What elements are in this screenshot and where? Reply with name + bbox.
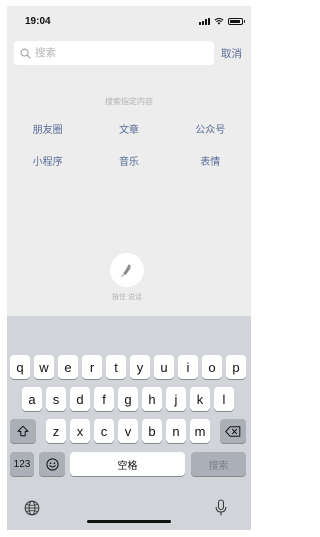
- key-d[interactable]: d: [70, 387, 90, 411]
- key-a[interactable]: a: [22, 387, 42, 411]
- home-indicator: [87, 520, 171, 523]
- search-icon: [20, 48, 31, 59]
- key-l[interactable]: l: [214, 387, 234, 411]
- category-moments[interactable]: 朋友圈: [7, 124, 88, 156]
- category-row: 朋友圈 文章 公众号: [7, 124, 251, 156]
- voice-input-button[interactable]: [110, 253, 144, 287]
- microphone-icon: [215, 499, 227, 516]
- key-i[interactable]: i: [178, 355, 198, 379]
- category-row: 小程序 音乐 表情: [7, 156, 251, 188]
- key-m[interactable]: m: [190, 419, 210, 443]
- numbers-key[interactable]: 123: [10, 452, 34, 476]
- key-h[interactable]: h: [142, 387, 162, 411]
- search-hint-title: 搜索指定内容: [105, 97, 153, 106]
- category-music[interactable]: 音乐: [88, 156, 169, 188]
- search-key[interactable]: 搜索: [191, 452, 246, 476]
- key-r[interactable]: r: [82, 355, 102, 379]
- key-t[interactable]: t: [106, 355, 126, 379]
- key-v[interactable]: v: [118, 419, 138, 443]
- key-c[interactable]: c: [94, 419, 114, 443]
- key-z[interactable]: z: [46, 419, 66, 443]
- dictation-key[interactable]: [213, 498, 229, 518]
- search-category-grid: 朋友圈 文章 公众号 小程序 音乐 表情: [7, 124, 251, 188]
- key-g[interactable]: g: [118, 387, 138, 411]
- status-time: 19:04: [25, 16, 51, 27]
- key-y[interactable]: y: [130, 355, 150, 379]
- emoji-key[interactable]: [39, 452, 65, 476]
- space-key[interactable]: 空格: [70, 452, 185, 476]
- microphone-icon: [121, 264, 131, 277]
- cancel-button[interactable]: 取消: [221, 46, 242, 61]
- status-bar: 19:04: [7, 6, 251, 34]
- key-x[interactable]: x: [70, 419, 90, 443]
- phone-screen: 19:04 取消 搜索指定内容 朋友圈 文章 公众号: [7, 6, 251, 530]
- key-e[interactable]: e: [58, 355, 78, 379]
- category-stickers[interactable]: 表情: [170, 156, 251, 188]
- key-n[interactable]: n: [166, 419, 186, 443]
- key-k[interactable]: k: [190, 387, 210, 411]
- keyboard: q w e r t y u i o p a s d f g h j k l z …: [7, 316, 251, 530]
- key-s[interactable]: s: [46, 387, 66, 411]
- search-input[interactable]: [35, 47, 205, 59]
- category-official-accounts[interactable]: 公众号: [170, 124, 251, 156]
- key-f[interactable]: f: [94, 387, 114, 411]
- delete-key[interactable]: [220, 419, 246, 443]
- category-mini-programs[interactable]: 小程序: [7, 156, 88, 188]
- voice-input-label: 按住 说话: [112, 294, 142, 301]
- shift-key[interactable]: [10, 419, 36, 443]
- emoji-icon: [45, 457, 59, 471]
- delete-icon: [225, 425, 241, 437]
- key-q[interactable]: q: [10, 355, 30, 379]
- battery-icon: [228, 17, 245, 25]
- category-articles[interactable]: 文章: [88, 124, 169, 156]
- shift-icon: [17, 425, 29, 437]
- key-b[interactable]: b: [142, 419, 162, 443]
- key-u[interactable]: u: [154, 355, 174, 379]
- key-p[interactable]: p: [226, 355, 246, 379]
- status-icons: [199, 17, 245, 25]
- search-box[interactable]: [14, 41, 214, 65]
- key-j[interactable]: j: [166, 387, 186, 411]
- wifi-icon: [214, 18, 224, 25]
- globe-key[interactable]: [23, 499, 41, 517]
- cellular-signal-icon: [199, 17, 210, 25]
- globe-icon: [24, 500, 40, 516]
- key-o[interactable]: o: [202, 355, 222, 379]
- key-w[interactable]: w: [34, 355, 54, 379]
